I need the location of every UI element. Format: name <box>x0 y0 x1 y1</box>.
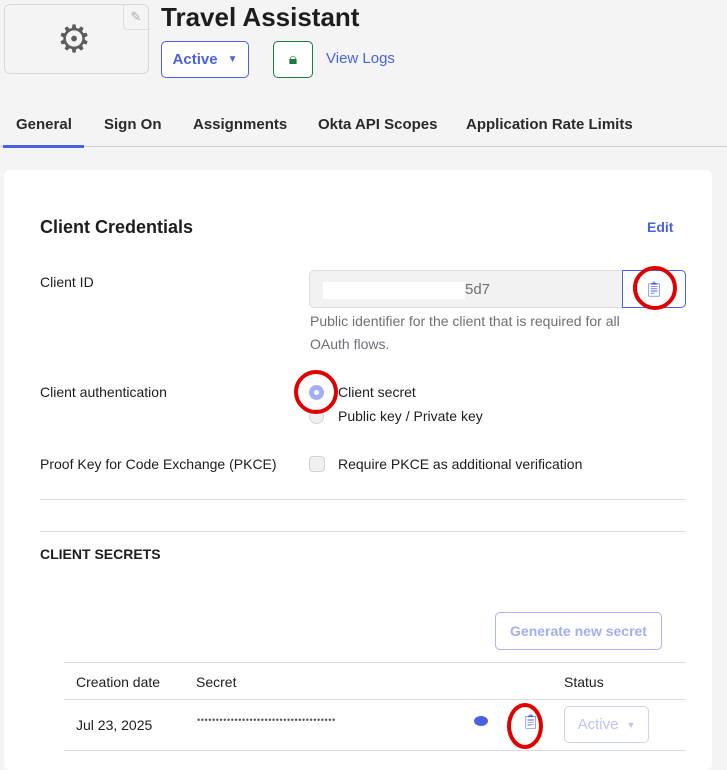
divider <box>40 499 686 500</box>
copy-client-id-button[interactable]: 📋︎ <box>622 270 686 308</box>
page-title: Travel Assistant <box>161 2 360 32</box>
table-header-border <box>64 699 686 700</box>
radio-public-private-key[interactable] <box>309 409 324 424</box>
tab-general[interactable]: General <box>3 116 84 148</box>
lock-key-icon: 🔒︎ <box>288 50 298 68</box>
client-id-label: Client ID <box>40 274 94 290</box>
radio-client-secret[interactable] <box>309 385 324 400</box>
tab-okta-api-scopes[interactable]: Okta API Scopes <box>318 116 438 145</box>
client-id-value: 5d7 <box>465 281 491 298</box>
radio-client-secret-label[interactable]: Client secret <box>338 384 416 400</box>
client-id-help: Public identifier for the client that is… <box>310 313 620 352</box>
status-label: Active <box>172 51 218 68</box>
secret-creation-date: Jul 23, 2025 <box>76 717 153 733</box>
edit-button[interactable]: Edit <box>647 219 673 235</box>
gear-icon: ⚙ <box>57 19 92 61</box>
tab-application-rate-limits[interactable]: Application Rate Limits <box>466 116 633 145</box>
column-creation-date: Creation date <box>76 674 161 690</box>
section-title: Client Credentials <box>40 217 194 237</box>
divider <box>40 531 686 532</box>
copy-secret-button[interactable]: 📋︎ <box>522 713 540 730</box>
view-logs-link[interactable]: View Logs <box>326 50 395 67</box>
client-auth-label: Client authentication <box>40 384 167 400</box>
tab-sign-on[interactable]: Sign On <box>104 116 162 145</box>
app-logo: ⚙ ✎ <box>4 4 149 74</box>
clipboard-icon: 📋︎ <box>644 281 664 298</box>
push-groups-button[interactable]: 🔒︎ <box>273 41 313 78</box>
secret-status-dropdown[interactable]: Active ▼ <box>564 706 649 743</box>
secret-status-label: Active <box>577 716 619 733</box>
client-id-field[interactable]: 5d7 <box>309 270 622 308</box>
tab-assignments[interactable]: Assignments <box>193 116 287 145</box>
client-secrets-title: CLIENT SECRETS <box>40 546 161 562</box>
pkce-label: Proof Key for Code Exchange (PKCE) <box>40 456 277 472</box>
tab-bar: General Sign On Assignments Okta API Sco… <box>0 110 727 148</box>
clipboard-icon: 📋︎ <box>522 713 540 729</box>
pkce-checkbox[interactable] <box>309 456 325 472</box>
column-secret: Secret <box>196 674 237 690</box>
chevron-down-icon: ▼ <box>626 719 636 730</box>
edit-logo-button[interactable]: ✎ <box>123 5 148 30</box>
table-row-border <box>64 750 686 751</box>
secret-masked-value: ••••••••••••••••••••••••••••••••••••• <box>197 715 336 725</box>
redaction <box>323 282 465 299</box>
eye-icon[interactable] <box>474 716 488 726</box>
app-status-dropdown[interactable]: Active ▼ <box>161 41 249 78</box>
column-status: Status <box>564 674 604 690</box>
generate-new-secret-button[interactable]: Generate new secret <box>495 612 662 650</box>
chevron-down-icon: ▼ <box>227 54 238 65</box>
radio-public-private-key-label[interactable]: Public key / Private key <box>338 408 483 424</box>
pkce-checkbox-label[interactable]: Require PKCE as additional verification <box>338 456 582 472</box>
table-top-border <box>64 662 686 663</box>
